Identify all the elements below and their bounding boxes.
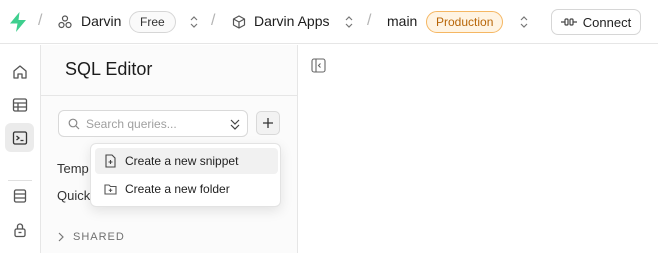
auth-lock-icon [13,222,26,237]
connect-button[interactable]: Connect [551,9,641,35]
org-name[interactable]: Darvin [81,13,121,29]
section-templates[interactable]: Temp [57,161,89,176]
shared-label: SHARED [73,231,125,243]
breadcrumb-separator: / [367,12,372,29]
file-plus-icon [105,154,116,168]
rail-database[interactable] [5,181,34,210]
plan-badge: Free [129,11,176,33]
project-box-icon [232,15,246,29]
breadcrumb-separator: / [211,12,216,29]
chevron-right-icon [58,232,64,242]
create-snippet-item[interactable]: Create a new snippet [95,148,278,174]
search-queries-field[interactable] [58,110,248,137]
org-switcher-chevron-icon[interactable] [189,14,199,30]
create-folder-item[interactable]: Create a new folder [95,176,278,202]
panel-title: SQL Editor [65,59,153,79]
search-icon [68,118,80,130]
branch-switcher-chevron-icon[interactable] [519,14,529,30]
supabase-logo-icon[interactable] [9,12,27,32]
project-switcher-chevron-icon[interactable] [344,14,354,30]
rail-sql-editor[interactable] [5,123,34,152]
search-input[interactable] [86,115,216,133]
rail-table-editor[interactable] [5,90,34,119]
shared-section[interactable]: SHARED [57,231,125,243]
organization-icon [58,15,72,29]
collapse-sidebar-icon[interactable] [311,58,326,73]
breadcrumb-separator: / [38,12,43,29]
table-editor-icon [12,97,27,112]
project-name[interactable]: Darvin Apps [254,13,329,29]
new-item-button[interactable] [256,111,280,135]
create-folder-label: Create a new folder [125,182,230,196]
rail-auth[interactable] [5,215,34,244]
plug-icon [560,18,577,26]
sql-editor-icon [12,130,27,145]
database-icon [13,188,26,203]
new-item-dropdown: Create a new snippet Create a new folder [90,143,281,207]
nav-rail [0,45,41,253]
connect-label: Connect [582,14,632,30]
home-icon [12,64,27,79]
rail-home[interactable] [5,57,34,86]
plus-icon [263,118,273,128]
create-snippet-label: Create a new snippet [125,154,239,168]
folder-plus-icon [104,184,117,195]
branch-name[interactable]: main [387,13,417,29]
filter-chevron-icon[interactable] [229,117,241,131]
top-bar: / Darvin Free / Darvin Apps / main Produ… [0,0,658,44]
panel-divider [41,95,298,96]
section-quickstarts[interactable]: Quick [57,188,90,203]
environment-badge: Production [426,11,504,33]
